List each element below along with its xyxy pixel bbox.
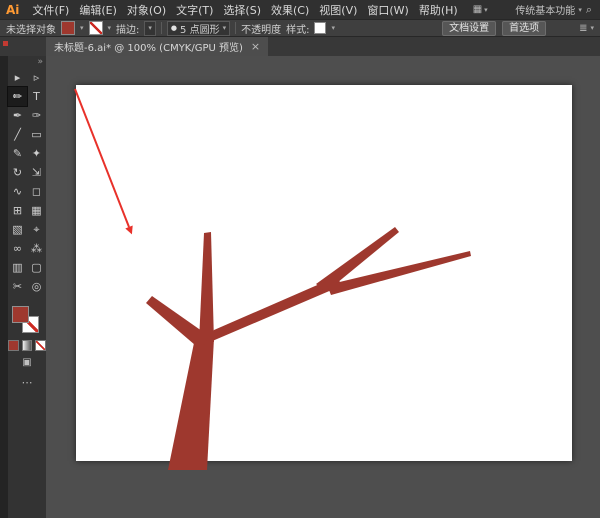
stroke-weight-dropdown[interactable]: ▾: [144, 21, 156, 36]
workspace-label: 传统基本功能: [515, 2, 575, 17]
fill-indicator-swatch[interactable]: [12, 306, 29, 323]
none-button[interactable]: [35, 340, 46, 351]
control-panel-menu[interactable]: ≣ ▾: [579, 23, 594, 34]
menu-item-help[interactable]: 帮助(H): [414, 2, 463, 18]
chevron-down-icon: ▾: [108, 24, 112, 32]
scale-tool[interactable]: ⇲: [27, 163, 46, 182]
direct-selection-tool[interactable]: ▹: [27, 68, 46, 87]
annotation-arrow: [75, 89, 133, 234]
free-transform-tool[interactable]: ◻: [27, 182, 46, 201]
width-tool[interactable]: ∿: [8, 182, 27, 201]
color-mode-buttons: [8, 340, 46, 351]
eyedropper-tool[interactable]: ⌖: [27, 220, 46, 239]
style-label: 样式:: [286, 21, 309, 36]
app-logo: Ai: [0, 3, 27, 17]
opacity-label[interactable]: 不透明度: [241, 21, 281, 36]
artwork-overlay: [46, 56, 600, 518]
separator: [161, 22, 162, 34]
drawing-mode-icon[interactable]: ▣: [8, 357, 46, 368]
edit-toolbar-ellipsis-icon[interactable]: ⋯: [8, 376, 46, 389]
slice-tool[interactable]: ✂: [8, 277, 27, 296]
menu-item-window[interactable]: 窗口(W): [362, 2, 413, 18]
separator: [235, 22, 236, 34]
workspace-switcher[interactable]: 传统基本功能 ▾: [515, 2, 586, 17]
curvature-tool[interactable]: ✑: [27, 106, 46, 125]
brush-dot-icon: ●: [171, 24, 177, 32]
search-icon[interactable]: ⌕: [586, 3, 600, 17]
artboard-tool[interactable]: ▢: [27, 258, 46, 277]
illustrator-window: Ai 文件(F) 编辑(E) 对象(O) 文字(T) 选择(S) 效果(C) 视…: [0, 0, 600, 518]
gradient-button[interactable]: [22, 340, 33, 351]
tab-bar-left-edge: [0, 37, 46, 56]
selection-status-text: 未选择对象: [6, 21, 56, 36]
tree-branch-up[interactable]: [199, 232, 214, 342]
menu-item-effect[interactable]: 效果(C): [266, 2, 314, 18]
rectangle-tool[interactable]: ▭: [27, 125, 46, 144]
fill-stroke-indicator: [8, 304, 46, 338]
tool-grid: ▸ ▹ ✏ T ✒ ✑ ╱ ▭ ✎ ✦ ↻ ⇲ ∿ ◻ ⊞ ▦ ▧ ⌖ ∞ ⁂: [8, 68, 46, 296]
stroke-label: 描边:: [116, 21, 139, 36]
line-segment-tool[interactable]: ╱: [8, 125, 27, 144]
chevron-down-icon: ▾: [484, 6, 488, 14]
menu-item-select[interactable]: 选择(S): [218, 2, 266, 18]
left-edge-rail: » ▸ ▹ ✏ T ✒ ✑ ╱ ▭ ✎ ✦ ↻ ⇲ ∿ ◻ ⊞ ▦ ▧ ⌖ ∞: [0, 56, 46, 518]
control-bar: 未选择对象 ▾ ▾ 描边: ▾ ● 5 点圆形 ▾ 不透明度 样式: ▾ 文档设…: [0, 19, 600, 37]
chevron-down-icon: ▾: [223, 24, 227, 32]
style-swatch[interactable]: [314, 22, 326, 34]
type-tool[interactable]: T: [27, 87, 46, 106]
document-tab-bar: 未标题-6.ai* @ 100% (CMYK/GPU 预览) ×: [0, 37, 600, 56]
column-graph-tool[interactable]: ▥: [8, 258, 27, 277]
stroke-color-swatch[interactable]: [89, 21, 103, 35]
panel-menu-icon: ≣: [579, 23, 587, 34]
chevron-down-icon: ▾: [578, 6, 582, 14]
annotation-arrow-line: [75, 89, 129, 227]
perspective-grid-tool[interactable]: ⊞: [8, 201, 27, 220]
brush-value: 5 点圆形: [180, 21, 220, 36]
menu-item-file[interactable]: 文件(F): [27, 2, 74, 18]
gradient-tool[interactable]: ▧: [8, 220, 27, 239]
pen-tool[interactable]: ✒: [8, 106, 27, 125]
document-tab[interactable]: 未标题-6.ai* @ 100% (CMYK/GPU 预览) ×: [46, 37, 268, 56]
shaper-tool[interactable]: ✦: [27, 144, 46, 163]
menu-item-view[interactable]: 视图(V): [314, 2, 362, 18]
brush-definition-dropdown[interactable]: ● 5 点圆形 ▾: [167, 21, 230, 36]
tree-trunk[interactable]: [168, 338, 214, 470]
document-tab-title: 未标题-6.ai* @ 100% (CMYK/GPU 预览): [54, 39, 243, 54]
menu-item-type[interactable]: 文字(T): [171, 2, 218, 18]
fill-color-swatch[interactable]: [61, 21, 75, 35]
chevron-down-icon: ▾: [80, 24, 84, 32]
close-icon[interactable]: ×: [251, 40, 260, 53]
selection-tool[interactable]: ▸: [8, 68, 27, 87]
toolbar-collapse-icon[interactable]: »: [8, 56, 46, 68]
preferences-button[interactable]: 首选项: [502, 21, 546, 36]
menu-bar: Ai 文件(F) 编辑(E) 对象(O) 文字(T) 选择(S) 效果(C) 视…: [0, 0, 600, 19]
chevron-down-icon: ▾: [148, 24, 152, 32]
symbol-sprayer-tool[interactable]: ⁂: [27, 239, 46, 258]
color-button[interactable]: [8, 340, 19, 351]
zoom-tool[interactable]: ◎: [27, 277, 46, 296]
panel-grid-icon: ▦: [473, 4, 482, 15]
blend-tool[interactable]: ∞: [8, 239, 27, 258]
chevron-down-icon: ▾: [331, 24, 335, 32]
arrange-documents-button[interactable]: ▦ ▾: [473, 4, 488, 15]
document-setup-button[interactable]: 文档设置: [442, 21, 496, 36]
paintbrush-tool[interactable]: ✎: [8, 144, 27, 163]
collapsed-panel-indicator: [3, 41, 8, 46]
menu-item-object[interactable]: 对象(O): [122, 2, 171, 18]
tree-shape[interactable]: [146, 227, 471, 470]
pencil-tool[interactable]: ✏: [8, 87, 27, 106]
menu-item-edit[interactable]: 编辑(E): [74, 2, 122, 18]
canvas-pasteboard[interactable]: [46, 56, 600, 518]
chevron-down-icon: ▾: [590, 24, 594, 32]
rotate-tool[interactable]: ↻: [8, 163, 27, 182]
mesh-tool[interactable]: ▦: [27, 201, 46, 220]
tools-panel: » ▸ ▹ ✏ T ✒ ✑ ╱ ▭ ✎ ✦ ↻ ⇲ ∿ ◻ ⊞ ▦ ▧ ⌖ ∞: [8, 56, 46, 518]
control-bar-buttons: 文档设置 首选项: [442, 21, 546, 36]
